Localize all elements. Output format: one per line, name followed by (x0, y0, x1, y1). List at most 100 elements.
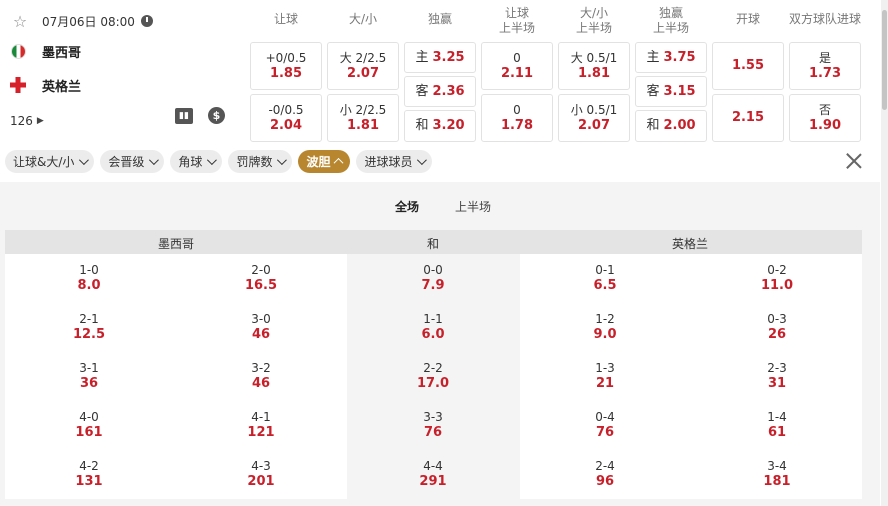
close-icon[interactable] (845, 152, 863, 170)
favorite-star-icon[interactable]: ☆ (10, 11, 30, 31)
filter-to-qualify[interactable]: 会晋级 (100, 150, 165, 173)
odd-over[interactable]: 大 2/2.5 2.07 (327, 42, 399, 90)
dollar-icon[interactable]: $ (208, 107, 225, 124)
live-clock-icon (140, 15, 153, 27)
score-label: 0-0 (423, 263, 443, 277)
score-cell[interactable]: 3-1 36 (59, 360, 119, 392)
odd-handicap-away[interactable]: -0/0.5 2.04 (250, 94, 322, 142)
score-label: 3-0 (251, 312, 271, 326)
score-odd: 21 (595, 376, 615, 391)
filter-corners[interactable]: 角球 (170, 150, 223, 173)
score-cell[interactable]: 0-3 26 (747, 311, 807, 343)
filter-goalscorer[interactable]: 进球球员 (356, 150, 433, 173)
score-cell[interactable]: 0-2 11.0 (747, 262, 807, 294)
score-label: 0-2 (767, 263, 787, 277)
score-odd: 36 (79, 376, 99, 391)
odd-ht-moneyline-draw[interactable]: 和 2.00 (635, 110, 707, 142)
away-team-row: 英格兰 (10, 68, 240, 102)
score-cell[interactable]: 0-4 76 (575, 409, 635, 441)
odd-ht-moneyline-away[interactable]: 客 3.15 (635, 76, 707, 107)
score-cell[interactable]: 4-0 161 (59, 409, 119, 441)
period-tabs: 全场 上半场 (0, 198, 880, 215)
score-label: 4-4 (423, 459, 443, 473)
odd-moneyline-away[interactable]: 客 2.36 (404, 76, 476, 107)
score-cell[interactable]: 3-0 46 (231, 311, 291, 343)
score-cell[interactable]: 2-2 17.0 (403, 360, 463, 392)
score-cell[interactable]: 0-0 7.9 (403, 262, 463, 294)
score-cell[interactable]: 1-0 8.0 (59, 262, 119, 294)
chevron-down-icon (207, 155, 218, 166)
header-ht-moneyline: 独赢 上半场 (652, 6, 689, 35)
tab-first-half[interactable]: 上半场 (455, 198, 491, 215)
score-cell[interactable]: 3-3 76 (403, 409, 463, 441)
england-flag-icon (10, 77, 26, 93)
score-cell[interactable]: 1-3 21 (575, 360, 635, 392)
score-cell[interactable]: 4-4 291 (403, 458, 463, 490)
filter-handicap-ou[interactable]: 让球&大/小 (5, 150, 95, 173)
scrollbar-thumb[interactable] (882, 10, 887, 110)
market-filter-bar: 让球&大/小 会晋级 角球 罚牌数 波胆 进球球员 (5, 150, 433, 173)
score-odd: 26 (767, 327, 787, 342)
odd-under[interactable]: 小 2/2.5 1.81 (327, 94, 399, 142)
odd-kickoff-away[interactable]: 2.15 (712, 94, 784, 142)
score-label: 4-2 (79, 459, 99, 473)
score-label: 0-3 (767, 312, 787, 326)
home-team-name: 墨西哥 (42, 45, 82, 61)
header-moneyline: 独赢 (427, 12, 452, 26)
score-odd: 31 (767, 376, 787, 391)
score-cell[interactable]: 1-1 6.0 (403, 311, 463, 343)
score-odd: 161 (75, 425, 103, 440)
filter-cards[interactable]: 罚牌数 (228, 150, 293, 173)
header-draw: 和 (426, 237, 440, 251)
score-cell[interactable]: 1-4 61 (747, 409, 807, 441)
odd-btts-yes[interactable]: 是 1.73 (789, 42, 861, 90)
score-cell[interactable]: 2-0 16.5 (231, 262, 291, 294)
score-odd: 11.0 (760, 278, 794, 293)
score-cell[interactable]: 1-2 9.0 (575, 311, 635, 343)
filter-correct-score[interactable]: 波胆 (298, 150, 351, 173)
header-home: 墨西哥 (157, 237, 195, 251)
correct-score-table: 墨西哥 和 英格兰 1-0 8.0 2-1 12.5 3-1 36 4-0 161 4-2 131… (5, 230, 862, 499)
score-label: 4-3 (251, 459, 271, 473)
odd-moneyline-draw[interactable]: 和 3.20 (404, 110, 476, 142)
header-handicap: 让球 (273, 12, 298, 26)
score-cell[interactable]: 3-2 46 (231, 360, 291, 392)
odd-kickoff-home[interactable]: 1.55 (712, 42, 784, 90)
score-odd: 76 (423, 425, 443, 440)
score-label: 4-0 (79, 410, 99, 424)
score-cell[interactable]: 4-3 201 (231, 458, 291, 490)
chevron-right-icon: ▶ (36, 116, 44, 126)
score-cell[interactable]: 0-1 6.5 (575, 262, 635, 294)
tab-full-time[interactable]: 全场 (395, 198, 419, 215)
score-odd: 46 (251, 376, 271, 391)
stats-icon[interactable]: ▮▮ (175, 108, 193, 124)
score-cell[interactable]: 2-4 96 (575, 458, 635, 490)
score-label: 3-1 (79, 361, 99, 375)
score-odd: 8.0 (77, 278, 101, 293)
score-label: 0-1 (595, 263, 615, 277)
score-label: 1-3 (595, 361, 615, 375)
score-label: 2-1 (79, 312, 99, 326)
odd-ht-handicap-home[interactable]: 0 2.11 (481, 42, 553, 90)
score-odd: 96 (595, 474, 615, 489)
score-cell[interactable]: 4-1 121 (231, 409, 291, 441)
odd-ht-handicap-away[interactable]: 0 1.78 (481, 94, 553, 142)
odd-ht-moneyline-home[interactable]: 主 3.75 (635, 42, 707, 73)
match-info: ☆ 07月06日 08:00 墨西哥 英格兰 126 ▶ (10, 8, 240, 138)
odd-btts-no[interactable]: 否 1.90 (789, 94, 861, 142)
odd-handicap-home[interactable]: +0/0.5 1.85 (250, 42, 322, 90)
odd-ht-over[interactable]: 大 0.5/1 1.81 (558, 42, 630, 90)
score-label: 1-1 (423, 312, 443, 326)
odd-ht-under[interactable]: 小 0.5/1 2.07 (558, 94, 630, 142)
score-cell[interactable]: 2-3 31 (747, 360, 807, 392)
score-odd: 201 (247, 474, 275, 489)
score-odd: 61 (767, 425, 787, 440)
odd-moneyline-home[interactable]: 主 3.25 (404, 42, 476, 73)
score-label: 4-1 (251, 410, 271, 424)
score-odd: 12.5 (72, 327, 106, 342)
score-cell[interactable]: 2-1 12.5 (59, 311, 119, 343)
more-markets-link[interactable]: 126 ▶ (10, 106, 240, 136)
match-datetime: 07月06日 08:00 (42, 14, 135, 29)
score-cell[interactable]: 4-2 131 (59, 458, 119, 490)
score-cell[interactable]: 3-4 181 (747, 458, 807, 490)
